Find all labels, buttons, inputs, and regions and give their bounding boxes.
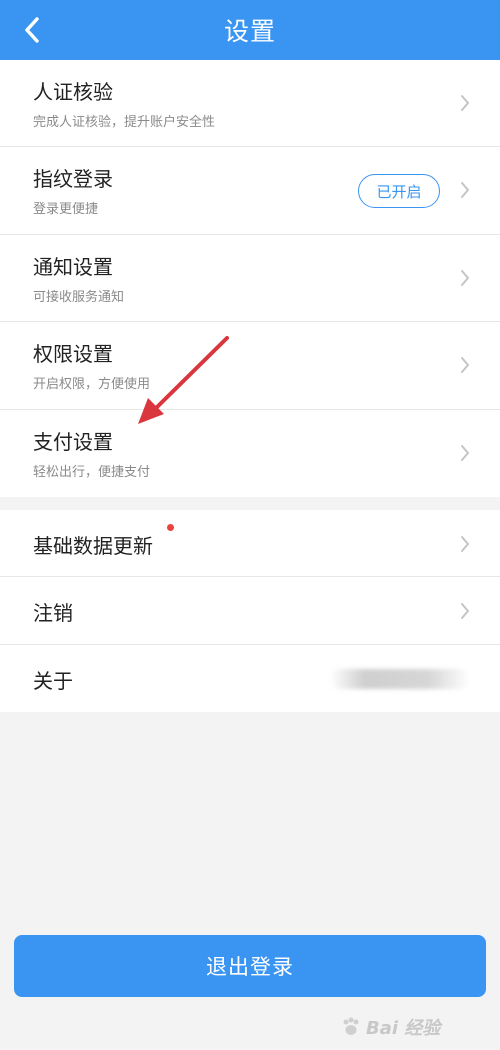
settings-group-primary: 人证核验 完成人证核验，提升账户安全性 指纹登录 登录更便捷 已开启 通知设置 … [0, 60, 500, 497]
settings-item-about[interactable]: 关于 [0, 645, 500, 712]
item-title: 权限设置 [33, 342, 113, 367]
paw-icon [343, 1017, 359, 1035]
chevron-right-icon [461, 269, 469, 286]
item-title: 关于 [33, 668, 73, 693]
chevron-right-icon [461, 444, 469, 461]
chevron-right-icon [461, 536, 469, 552]
item-title: 人证核验 [33, 80, 113, 104]
item-subtitle: 可接收服务通知 [33, 289, 125, 305]
version-value-blurred [330, 668, 470, 689]
back-arrow-icon [25, 17, 39, 43]
settings-item-identity-verification[interactable]: 人证核验 完成人证核验，提升账户安全性 [0, 60, 500, 148]
item-subtitle: 完成人证核验，提升账户安全性 [33, 115, 216, 130]
item-title: 注销 [33, 601, 73, 626]
settings-item-payment[interactable]: 支付设置 轻松出行，便捷支付 [0, 410, 500, 497]
settings-item-permissions[interactable]: 权限设置 开启权限，方便使用 [0, 322, 500, 410]
settings-item-data-update[interactable]: 基础数据更新 [0, 510, 500, 578]
item-title: 通知设置 [33, 254, 113, 279]
settings-item-notification[interactable]: 通知设置 可接收服务通知 [0, 235, 500, 323]
chevron-right-icon [461, 182, 469, 199]
watermark-logo: Bai 经验 [340, 1012, 480, 1042]
item-subtitle: 轻松出行，便捷支付 [33, 464, 151, 480]
item-title: 支付设置 [33, 429, 113, 454]
chevron-right-icon [461, 603, 469, 620]
watermark-text: Bai 经验 [366, 1018, 441, 1039]
chevron-right-icon [461, 95, 469, 111]
logout-button[interactable]: 退出登录 [14, 935, 486, 997]
item-title: 指纹登录 [33, 167, 113, 192]
chevron-right-icon [461, 357, 469, 374]
settings-item-deregister[interactable]: 注销 [0, 577, 500, 645]
header-bar: 设置 [0, 0, 500, 60]
settings-group-secondary: 基础数据更新 注销 关于 [0, 510, 500, 712]
page-title: 设置 [223, 17, 276, 46]
item-subtitle: 开启权限，方便使用 [33, 377, 151, 393]
item-title: 基础数据更新 [33, 534, 153, 558]
item-subtitle: 登录更便捷 [33, 202, 99, 218]
status-badge: 已开启 [358, 174, 440, 209]
settings-item-fingerprint-login[interactable]: 指纹登录 登录更便捷 已开启 [0, 147, 500, 235]
new-indicator-dot [167, 524, 174, 531]
back-button[interactable] [12, 10, 52, 50]
